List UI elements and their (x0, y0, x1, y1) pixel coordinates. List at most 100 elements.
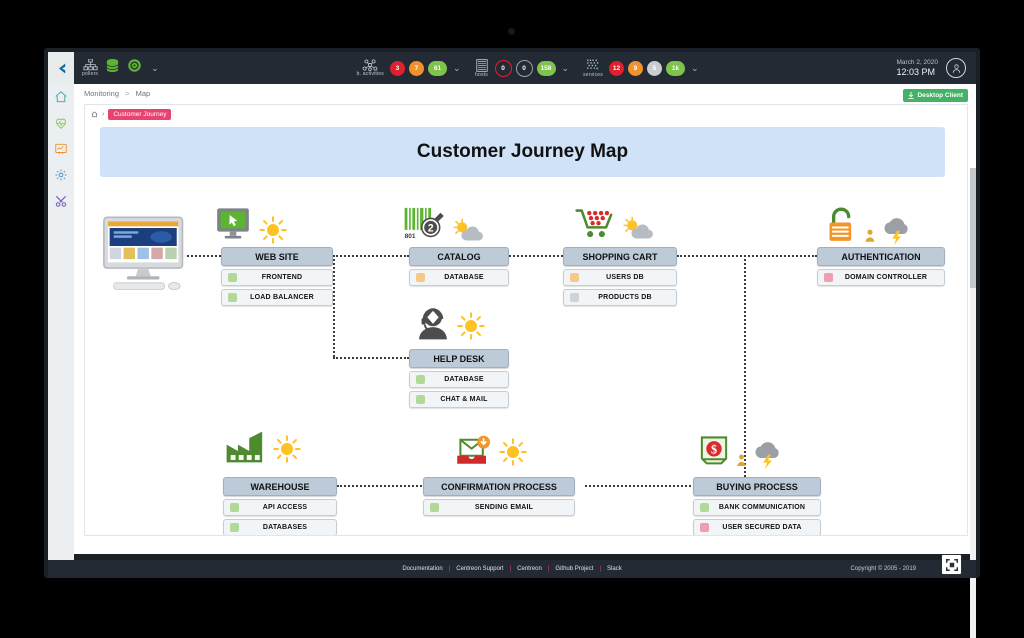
footer-link-documentation[interactable]: Documentation (402, 566, 442, 572)
row-label: DATABASE (444, 274, 484, 281)
node-shopping-cart-title[interactable]: SHOPPING CART (563, 247, 677, 266)
node-warehouse-row[interactable]: DATABASES (223, 519, 337, 535)
node-shopping-cart-row[interactable]: USERS DB (563, 269, 677, 286)
services-icon: services (583, 59, 603, 78)
node-help-desk-row[interactable]: CHAT & MAIL (409, 391, 509, 408)
row-label: FRONTEND (261, 274, 303, 281)
node-catalog[interactable]: CATALOG DATABASE (409, 247, 509, 286)
home-icon[interactable] (91, 111, 98, 118)
node-shopping-cart-row[interactable]: PRODUCTS DB (563, 289, 677, 306)
workstation-illustration (99, 215, 189, 295)
activities-warning-badge[interactable]: 7 (408, 60, 424, 76)
node-authentication-row[interactable]: DOMAIN CONTROLLER (817, 269, 945, 286)
capture-icon (945, 558, 958, 571)
avatar[interactable] (946, 58, 967, 78)
connector-warehouse-to-confirmation (337, 485, 437, 487)
copyright-text: Copyright © 2005 - 2019 (850, 566, 916, 572)
node-web-site-row[interactable]: LOAD BALANCER (221, 289, 333, 306)
map-breadcrumb-chevron-icon: › (102, 111, 105, 118)
node-warehouse-title[interactable]: WAREHOUSE (223, 477, 337, 496)
centreon-logo[interactable] (48, 52, 74, 84)
node-buying-process-title[interactable]: BUYING PROCESS (693, 477, 821, 496)
sidebar-item-home[interactable] (48, 84, 74, 110)
row-label: CHAT & MAIL (440, 396, 488, 403)
node-warehouse-row[interactable]: API ACCESS (223, 499, 337, 516)
business-activities-group[interactable]: b. activities 3 7 61 ⌄ (357, 52, 461, 84)
node-buying-process-row[interactable]: USER SECURED DATA (693, 519, 821, 535)
hosts-group[interactable]: hosts 0 0 158 ⌄ (475, 52, 570, 84)
services-group[interactable]: services 12 9 5 1k ⌄ (583, 52, 699, 84)
desktop-client-button[interactable]: Desktop Client (903, 89, 968, 102)
factory-icon (226, 431, 263, 463)
services-ok-badge[interactable]: 1k (665, 60, 685, 76)
sidebar-item-reporting[interactable] (48, 136, 74, 162)
map-canvas[interactable]: › Customer Journey Customer Journey Map (84, 104, 968, 536)
footer-link-centreon-support[interactable]: Centreon Support (456, 566, 503, 572)
hosts-chevron-down-icon[interactable]: ⌄ (562, 63, 570, 74)
hosts-icon: hosts (475, 58, 489, 78)
activities-ok-badge[interactable]: 61 (427, 60, 447, 76)
node-confirmation-process-title[interactable]: CONFIRMATION PROCESS (423, 477, 575, 496)
person-icon (737, 454, 746, 466)
sidebar-item-administration[interactable] (48, 188, 74, 214)
services-label: services (583, 71, 603, 78)
node-buying-process[interactable]: BUYING PROCESS BANK COMMUNICATION USER S… (693, 477, 821, 535)
status-badge (230, 503, 239, 512)
services-chevron-down-icon[interactable]: ⌄ (691, 63, 699, 74)
inbox-email-icon (457, 435, 490, 464)
node-web-site-row[interactable]: FRONTEND (221, 269, 333, 286)
support-agent-icon (419, 308, 447, 340)
node-shopping-cart[interactable]: SHOPPING CART USERS DB PRODUCTS DB (563, 247, 677, 306)
map-breadcrumb: › Customer Journey (91, 109, 172, 120)
services-unknown-badge[interactable]: 5 (646, 60, 662, 76)
map-name-badge[interactable]: Customer Journey (108, 109, 172, 120)
services-warning-badge[interactable]: 9 (627, 60, 643, 76)
sun-icon (259, 216, 287, 244)
footer-link-centreon[interactable]: Centreon (517, 566, 542, 572)
node-web-site-title[interactable]: WEB SITE (221, 247, 333, 266)
services-critical-badge[interactable]: 12 (608, 60, 624, 76)
node-authentication[interactable]: AUTHENTICATION DOMAIN CONTROLLER (817, 247, 945, 286)
node-warehouse[interactable]: WAREHOUSE API ACCESS DATABASES SECURITY (223, 477, 337, 535)
node-help-desk-row[interactable]: DATABASE (409, 371, 509, 388)
screen: pollers ⌄ b. activities 3 7 61 ⌄ hosts 0… (0, 0, 1024, 638)
connector-confirmation-to-buying (585, 485, 695, 487)
laptop-base (0, 578, 1024, 602)
breadcrumb: Monitoring > Map (84, 89, 150, 98)
status-badge (416, 395, 425, 404)
node-help-desk-title[interactable]: HELP DESK (409, 349, 509, 368)
hosts-down-badge[interactable]: 0 (494, 59, 512, 77)
footer-link-github-project[interactable]: Github Project (555, 566, 593, 572)
database-status-icon[interactable] (105, 58, 120, 78)
sidebar-item-configuration[interactable] (48, 162, 74, 188)
breadcrumb-root[interactable]: Monitoring (84, 89, 119, 98)
pollers-chevron-down-icon[interactable]: ⌄ (151, 63, 159, 74)
scrollbar-thumb[interactable] (970, 168, 976, 288)
pollers-label: pollers (82, 71, 99, 77)
node-confirmation-process-row[interactable]: SENDING EMAIL (423, 499, 575, 516)
row-label: SENDING EMAIL (474, 504, 534, 511)
node-buying-process-row[interactable]: BANK COMMUNICATION (693, 499, 821, 516)
footer-link-slack[interactable]: Slack (607, 566, 622, 572)
node-catalog-title[interactable]: CATALOG (409, 247, 509, 266)
pollers-group[interactable]: pollers ⌄ (74, 52, 167, 84)
node-web-site[interactable]: WEB SITE FRONTEND LOAD BALANCER (221, 247, 333, 306)
status-badge (700, 503, 709, 512)
node-confirmation-process[interactable]: CONFIRMATION PROCESS SENDING EMAIL (423, 477, 575, 516)
connector-monitor-to-website (187, 255, 221, 257)
activities-chevron-down-icon[interactable]: ⌄ (453, 63, 461, 74)
engine-status-icon[interactable] (127, 58, 142, 78)
current-time: 12:03 PM (896, 67, 935, 77)
node-catalog-row[interactable]: DATABASE (409, 269, 509, 286)
screenshot-capture-button[interactable] (941, 554, 962, 575)
buying-process-icons: $ (697, 435, 784, 469)
warehouse-icons (225, 430, 302, 464)
hosts-unreachable-badge[interactable]: 0 (515, 59, 533, 77)
activities-critical-badge[interactable]: 3 (389, 60, 405, 76)
row-label: LOAD BALANCER (250, 294, 314, 301)
node-authentication-title[interactable]: AUTHENTICATION (817, 247, 945, 266)
sidebar-item-monitoring[interactable] (48, 110, 74, 136)
breadcrumb-separator: > (125, 89, 130, 98)
hosts-up-badge[interactable]: 158 (536, 60, 556, 76)
node-help-desk[interactable]: HELP DESK DATABASE CHAT & MAIL (409, 349, 509, 408)
